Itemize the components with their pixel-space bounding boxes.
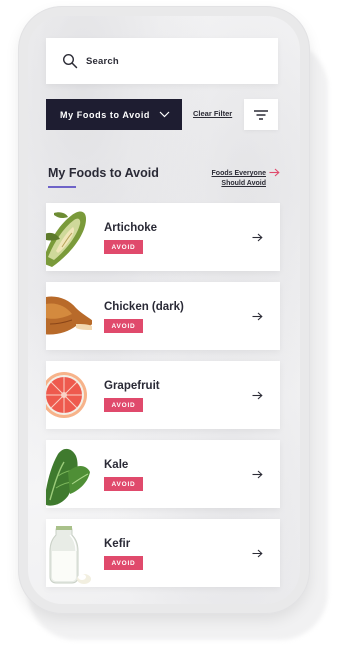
arrow-right-icon bbox=[252, 312, 263, 321]
filter-lines-icon bbox=[254, 109, 268, 120]
arrow-right-icon bbox=[252, 470, 263, 479]
avoid-badge: AVOID bbox=[104, 240, 143, 254]
section-title-underline bbox=[48, 186, 76, 188]
phone-frame: Search My Foods to Avoid Clear Filter My… bbox=[18, 6, 310, 614]
food-name: Chicken (dark) bbox=[104, 301, 184, 313]
arrow-right-icon bbox=[252, 233, 263, 242]
food-list: Artichoke AVOID Chicken (dark) AVOID Gra… bbox=[46, 203, 280, 598]
arrow-right-icon bbox=[252, 391, 263, 400]
avoid-badge: AVOID bbox=[104, 556, 143, 570]
avoid-badge: AVOID bbox=[104, 319, 143, 333]
phone-screen: Search My Foods to Avoid Clear Filter My… bbox=[28, 16, 300, 604]
link-line-2: Should Avoid bbox=[221, 179, 266, 187]
arrow-right-icon bbox=[252, 549, 263, 558]
chevron-down-icon bbox=[159, 111, 170, 118]
kefir-image bbox=[49, 526, 91, 584]
food-name: Kefir bbox=[104, 538, 131, 550]
food-list-dropdown[interactable]: My Foods to Avoid bbox=[46, 99, 182, 130]
foods-everyone-should-avoid-link[interactable]: Foods Everyone Should Avoid bbox=[198, 169, 266, 188]
grapefruit-image bbox=[46, 372, 87, 418]
food-name: Kale bbox=[104, 459, 129, 471]
link-line-1: Foods Everyone bbox=[211, 170, 266, 177]
avoid-badge: AVOID bbox=[104, 477, 143, 491]
search-icon bbox=[62, 53, 78, 69]
food-card-grapefruit[interactable]: Grapefruit AVOID bbox=[46, 361, 280, 429]
artichoke-image bbox=[46, 211, 86, 267]
food-card-artichoke[interactable]: Artichoke AVOID bbox=[46, 203, 280, 271]
kale-image bbox=[46, 449, 90, 506]
clear-filter-link[interactable]: Clear Filter bbox=[193, 109, 232, 118]
food-name: Artichoke bbox=[104, 222, 158, 234]
food-card-chicken-dark[interactable]: Chicken (dark) AVOID bbox=[46, 282, 280, 350]
arrow-right-icon[interactable] bbox=[269, 168, 280, 177]
dropdown-label: My Foods to Avoid bbox=[60, 109, 151, 120]
search-placeholder: Search bbox=[86, 55, 119, 67]
chicken-image bbox=[46, 296, 92, 335]
food-name: Grapefruit bbox=[104, 380, 160, 392]
avoid-badge: AVOID bbox=[104, 398, 143, 412]
food-card-kale[interactable]: Kale AVOID bbox=[46, 440, 280, 508]
app-mockup: Search My Foods to Avoid Clear Filter My… bbox=[0, 0, 339, 655]
search-input[interactable]: Search bbox=[46, 38, 278, 84]
filter-button[interactable] bbox=[244, 99, 278, 130]
section-title: My Foods to Avoid bbox=[48, 166, 159, 180]
food-card-kefir[interactable]: Kefir AVOID bbox=[46, 519, 280, 587]
